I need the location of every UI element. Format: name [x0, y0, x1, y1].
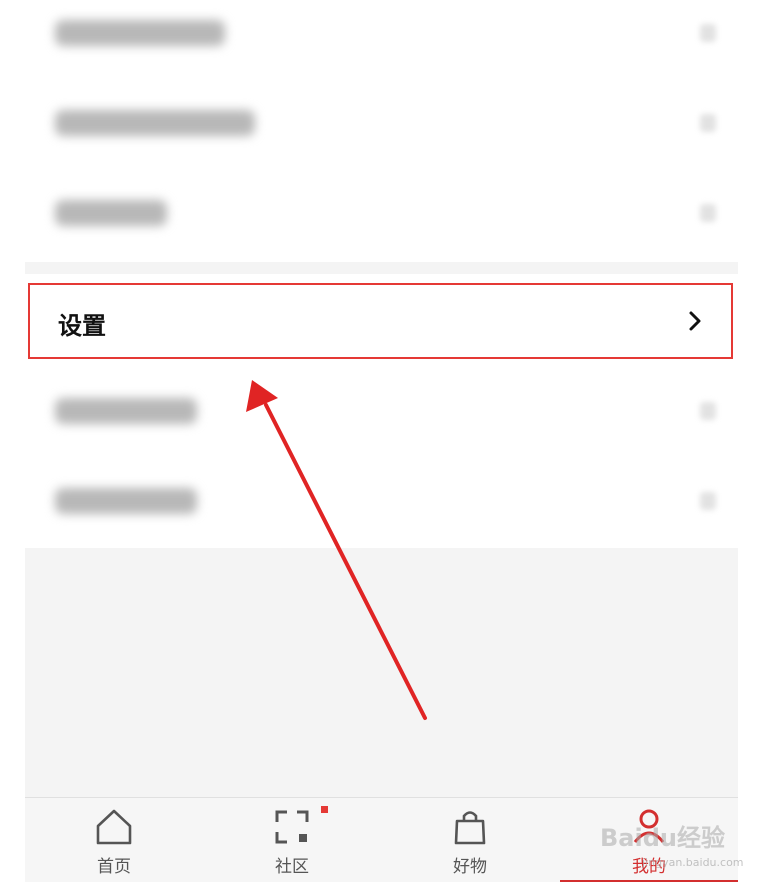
tab-community[interactable]: 社区 — [203, 798, 381, 883]
baidu-watermark-url: jingyan.baidu.com — [642, 856, 744, 869]
shopping-bag-icon — [454, 811, 486, 845]
settings-menu-item[interactable]: 设置 — [28, 283, 733, 359]
tab-label: 好物 — [453, 857, 487, 877]
blurred-label — [55, 20, 225, 46]
chevron-right-icon — [689, 311, 701, 331]
blurred-label — [55, 200, 167, 226]
chevron-right-icon — [700, 402, 716, 420]
tab-label: 社区 — [275, 857, 309, 877]
home-icon — [96, 809, 132, 845]
blurred-label — [55, 110, 255, 136]
community-icon — [275, 810, 309, 844]
menu-row-blurred-1[interactable] — [25, 0, 738, 90]
chevron-right-icon — [700, 204, 716, 222]
menu-row-blurred-3[interactable] — [25, 168, 738, 258]
notification-dot — [321, 806, 328, 813]
tab-goods[interactable]: 好物 — [381, 798, 559, 883]
menu-row-blurred-5[interactable] — [25, 456, 738, 546]
menu-row-blurred-2[interactable] — [25, 78, 738, 168]
profile-screen: 设置 首页 社区 好物 我的 — [25, 0, 738, 893]
chevron-right-icon — [700, 114, 716, 132]
baidu-watermark: Baidu经验 — [600, 824, 725, 852]
blurred-label — [55, 488, 197, 514]
settings-label: 设置 — [58, 312, 106, 340]
chevron-right-icon — [700, 492, 716, 510]
bottom-strip — [25, 882, 738, 893]
menu-card-top — [25, 0, 738, 262]
blurred-label — [55, 398, 197, 424]
tab-label: 首页 — [97, 857, 131, 877]
tab-home[interactable]: 首页 — [25, 798, 203, 883]
chevron-right-icon — [700, 24, 716, 42]
menu-row-blurred-4[interactable] — [25, 366, 738, 456]
